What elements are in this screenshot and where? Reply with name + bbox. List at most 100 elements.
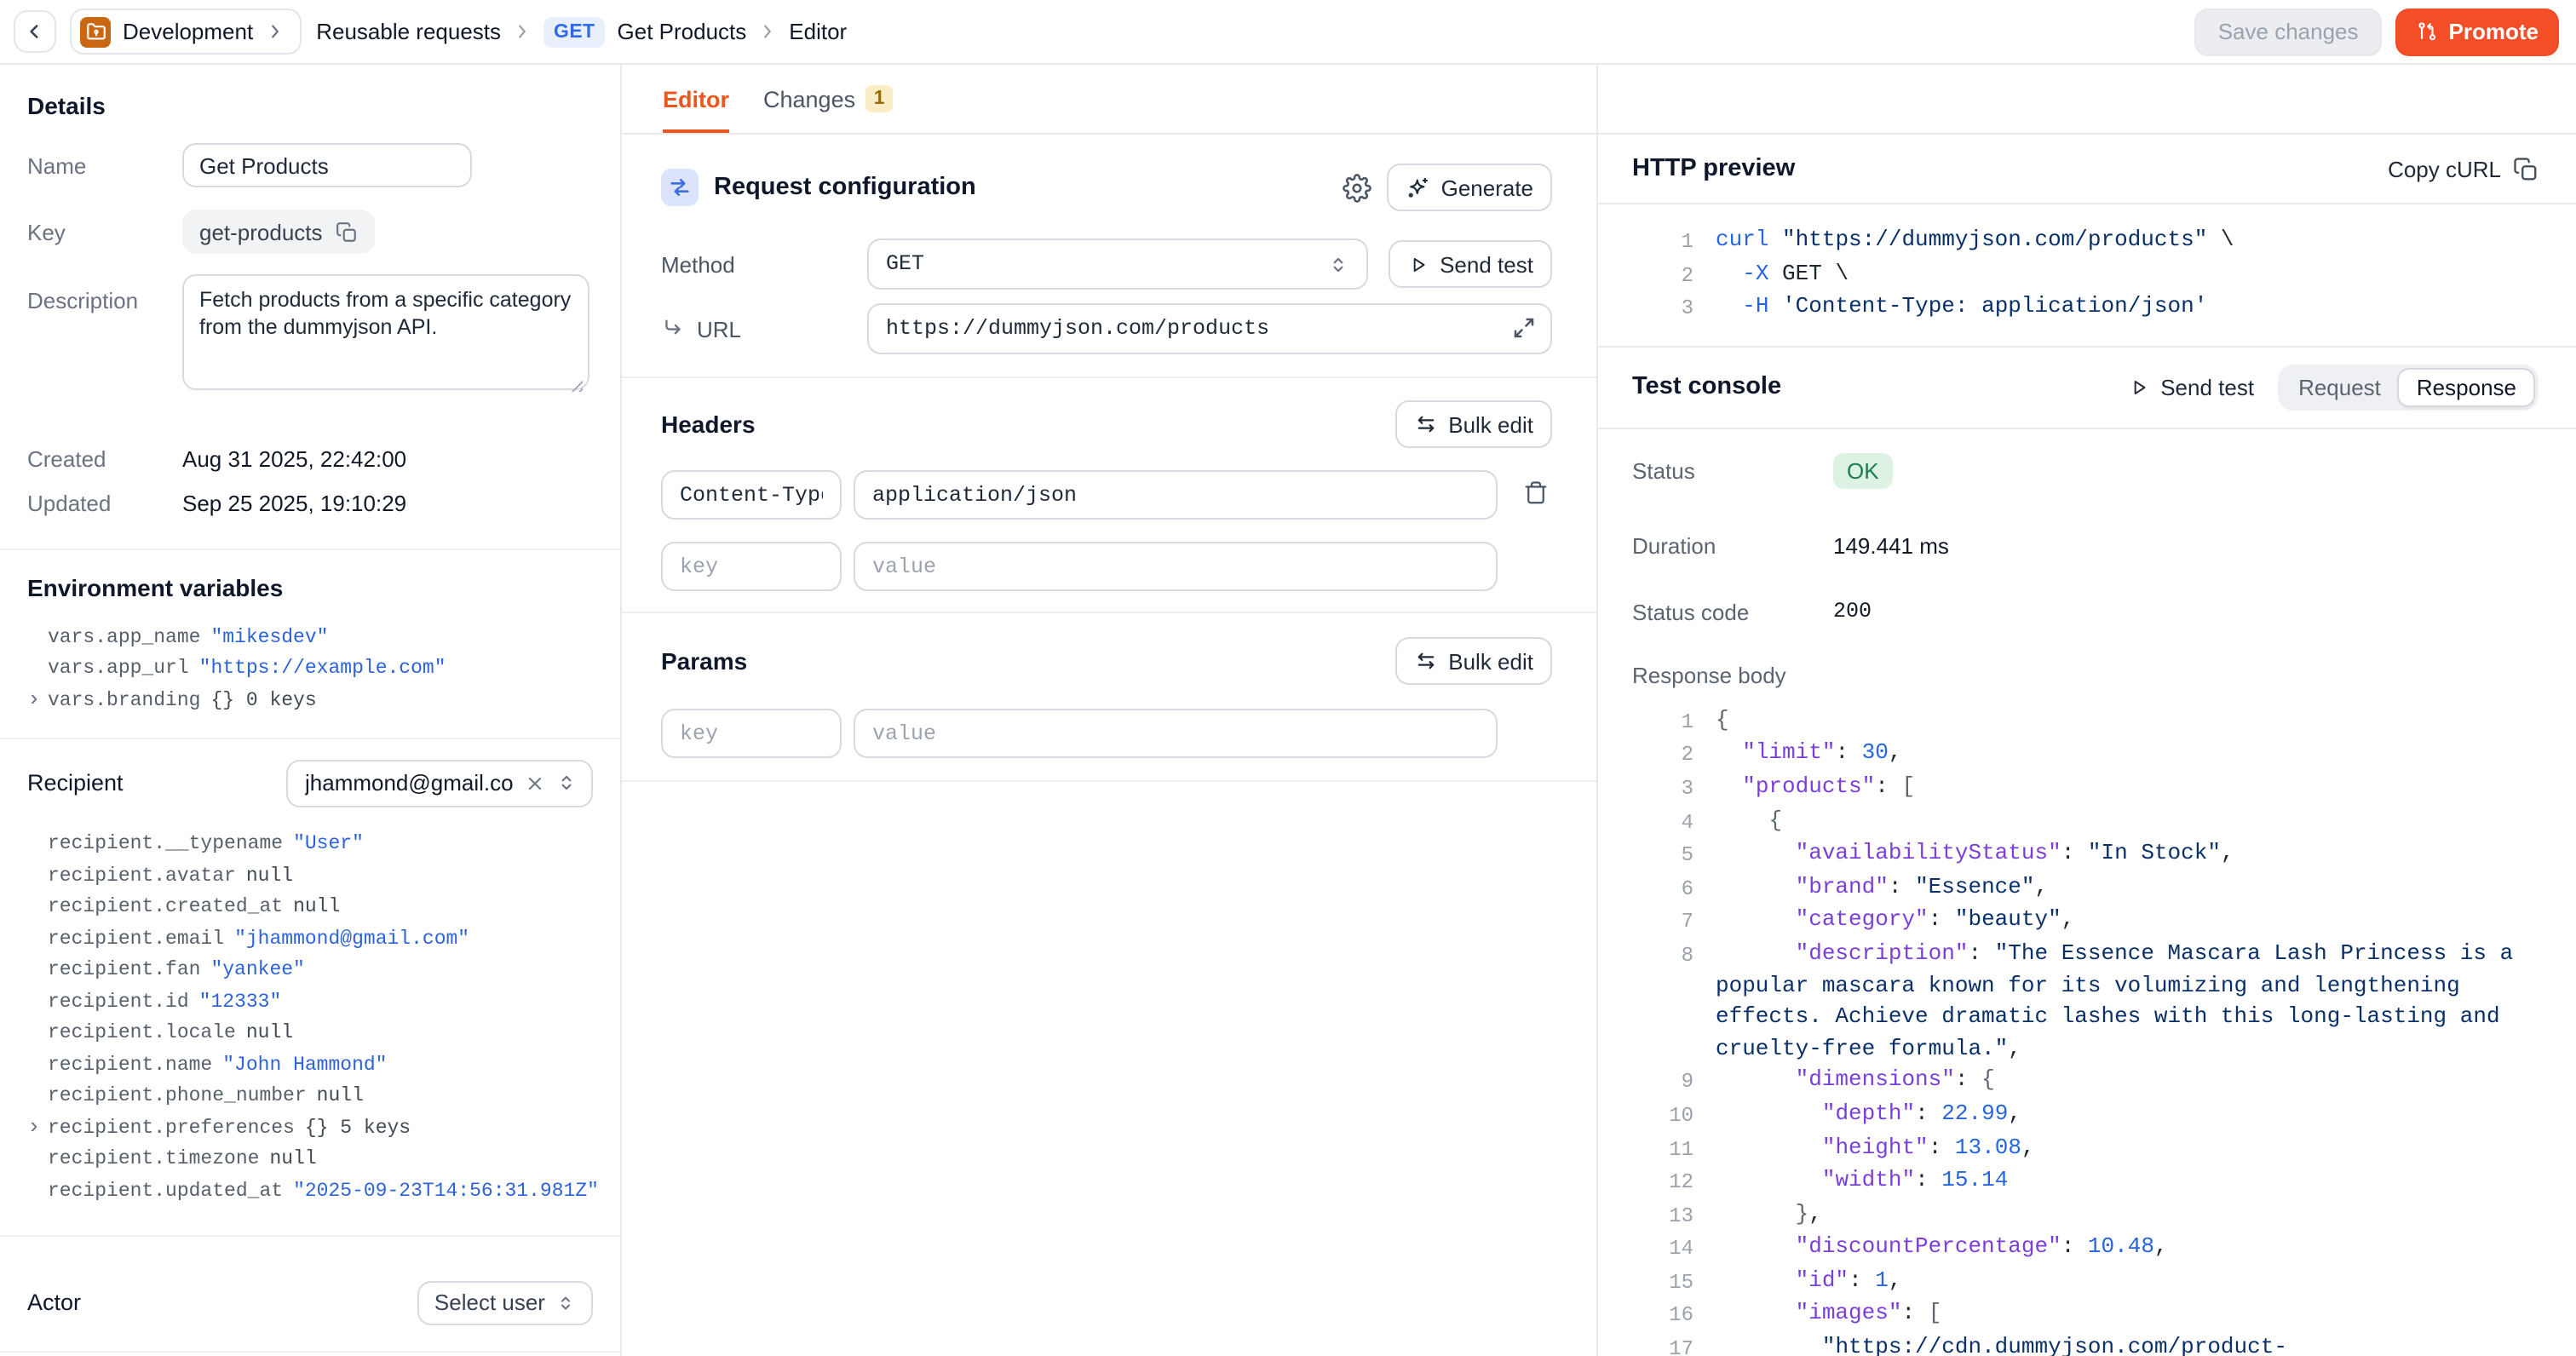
line-number: 4 bbox=[1649, 805, 1693, 838]
copy-curl-label: Copy cURL bbox=[2388, 156, 2501, 181]
expand-icon[interactable] bbox=[1511, 315, 1537, 341]
test-console-header: Test console Send test Request Response bbox=[1598, 348, 2576, 429]
copy-curl-button[interactable]: Copy cURL bbox=[2388, 156, 2539, 181]
breadcrumb-request[interactable]: Get Products bbox=[618, 19, 747, 44]
save-changes-button[interactable]: Save changes bbox=[2194, 8, 2383, 55]
recipient-attr-row[interactable]: ›recipient.preferences{} 5 keys bbox=[27, 1112, 593, 1144]
test-console-results: Status OK Duration 149.441 ms Status cod… bbox=[1598, 453, 2576, 688]
chevron-up-down-icon bbox=[555, 1292, 576, 1313]
line-number: 15 bbox=[1649, 1266, 1693, 1299]
breadcrumb-section[interactable]: Reusable requests bbox=[316, 19, 501, 44]
recipient-select[interactable]: jhammond@gmail.com bbox=[286, 759, 593, 807]
header-value-input[interactable] bbox=[854, 542, 1498, 591]
variable-value: null bbox=[246, 865, 293, 888]
copy-key-button[interactable] bbox=[336, 221, 359, 243]
promote-button[interactable]: Promote bbox=[2396, 8, 2559, 55]
key-value: get-products bbox=[199, 219, 323, 244]
details-heading: Details bbox=[27, 92, 593, 119]
code-line: 4 { bbox=[1649, 805, 2521, 838]
line-number: 2 bbox=[1649, 738, 1693, 772]
clear-icon[interactable] bbox=[525, 773, 545, 793]
divider bbox=[0, 1234, 620, 1236]
headers-bulk-edit-button[interactable]: Bulk edit bbox=[1395, 400, 1552, 448]
send-test-label: Send test bbox=[1440, 251, 1533, 277]
response-tab[interactable]: Response bbox=[2398, 368, 2535, 407]
code-line: 3 -H 'Content-Type: application/json' bbox=[1649, 291, 2521, 325]
method-select[interactable]: GET bbox=[867, 238, 1368, 290]
name-row: Name bbox=[27, 143, 593, 187]
param-row-empty bbox=[661, 709, 1552, 758]
code-line: 13 }, bbox=[1649, 1198, 2521, 1232]
tab-changes[interactable]: Changes 1 bbox=[763, 65, 893, 133]
sparkle-icon bbox=[1406, 175, 1431, 200]
env-var-row: vars.app_url"https://example.com" bbox=[27, 653, 593, 685]
param-key-input[interactable] bbox=[661, 709, 842, 758]
code-line: 12 "width": 15.14 bbox=[1649, 1165, 2521, 1198]
curl-preview-code: 1curl "https://dummyjson.com/products" \… bbox=[1598, 204, 2576, 348]
request-response-toggle: Request Response bbox=[2278, 365, 2539, 411]
name-input[interactable] bbox=[182, 143, 472, 187]
line-number: 16 bbox=[1649, 1299, 1693, 1332]
variable-value: "mikesdev" bbox=[210, 627, 328, 649]
url-label: URL bbox=[697, 316, 741, 342]
code-line: 6 "brand": "Essence", bbox=[1649, 872, 2521, 905]
header-value-input[interactable] bbox=[854, 470, 1498, 520]
tab-editor[interactable]: Editor bbox=[663, 65, 729, 133]
method-badge: GET bbox=[543, 16, 606, 47]
transfer-icon bbox=[1414, 412, 1438, 436]
request-config-title: Request configuration bbox=[714, 174, 976, 201]
header-row bbox=[661, 470, 1552, 520]
env-var-row: vars.app_name"mikesdev" bbox=[27, 622, 593, 653]
line-number: 10 bbox=[1649, 1099, 1693, 1132]
variable-value: "User" bbox=[293, 834, 364, 856]
back-button[interactable] bbox=[14, 10, 56, 53]
updated-row: Updated Sep 25 2025, 19:10:29 bbox=[27, 491, 593, 516]
code-line: 9 "dimensions": { bbox=[1649, 1066, 2521, 1099]
code-line: 15 "id": 1, bbox=[1649, 1266, 2521, 1299]
header-key-input[interactable] bbox=[661, 542, 842, 591]
app-root: Development Reusable requests GET Get Pr… bbox=[0, 0, 2576, 1356]
code-line: 10 "depth": 22.99, bbox=[1649, 1099, 2521, 1132]
breadcrumb-project[interactable]: Development bbox=[70, 9, 301, 55]
breadcrumb-project-label: Development bbox=[123, 19, 253, 44]
delete-header-button[interactable] bbox=[1523, 480, 1549, 506]
code-line: 16 "images": [ bbox=[1649, 1299, 2521, 1332]
status-badge: OK bbox=[1833, 453, 1893, 489]
variable-key: recipient.avatar bbox=[48, 865, 236, 888]
generate-button[interactable]: Generate bbox=[1387, 164, 1552, 211]
console-send-test-label: Send test bbox=[2160, 375, 2254, 400]
param-value-input[interactable] bbox=[854, 709, 1498, 758]
description-label: Description bbox=[27, 274, 182, 313]
params-bulk-edit-button[interactable]: Bulk edit bbox=[1395, 637, 1552, 685]
code-line: 2 -X GET \ bbox=[1649, 258, 2521, 291]
settings-button[interactable] bbox=[1343, 173, 1371, 202]
http-preview-header: HTTP preview Copy cURL bbox=[1598, 135, 2576, 204]
duration-label: Duration bbox=[1632, 533, 1833, 559]
line-number: 9 bbox=[1649, 1066, 1693, 1099]
console-send-test-button[interactable]: Send test bbox=[2128, 375, 2254, 400]
line-number: 7 bbox=[1649, 905, 1693, 939]
recipient-label: Recipient bbox=[27, 770, 124, 796]
recipient-attr-row: recipient.created_atnull bbox=[27, 892, 593, 923]
description-row: Description Fetch products from a specif… bbox=[27, 274, 593, 399]
header-key-input[interactable] bbox=[661, 470, 842, 520]
promote-label: Promote bbox=[2449, 19, 2539, 44]
description-textarea[interactable]: Fetch products from a specific category … bbox=[182, 274, 589, 390]
variable-value: "John Hammond" bbox=[222, 1054, 387, 1077]
duration-value: 149.441 ms bbox=[1833, 533, 1949, 559]
request-tab[interactable]: Request bbox=[2281, 368, 2398, 407]
divider bbox=[0, 1350, 620, 1352]
header-strip bbox=[1598, 65, 2576, 135]
variable-value: "yankee" bbox=[210, 960, 304, 982]
url-input[interactable] bbox=[867, 303, 1552, 354]
line-number: 3 bbox=[1649, 291, 1693, 325]
send-test-button[interactable]: Send test bbox=[1389, 240, 1552, 288]
headers-section-header: Headers Bulk edit bbox=[661, 400, 1552, 448]
top-bar: Development Reusable requests GET Get Pr… bbox=[0, 0, 2576, 65]
response-body-label: Response body bbox=[1632, 663, 1833, 688]
env-var-row[interactable]: ›vars.branding{} 0 keys bbox=[27, 685, 593, 716]
method-label: Method bbox=[661, 251, 867, 277]
variable-key: recipient.__typename bbox=[48, 834, 283, 856]
divider bbox=[622, 780, 1596, 782]
actor-select[interactable]: Select user bbox=[417, 1280, 593, 1324]
